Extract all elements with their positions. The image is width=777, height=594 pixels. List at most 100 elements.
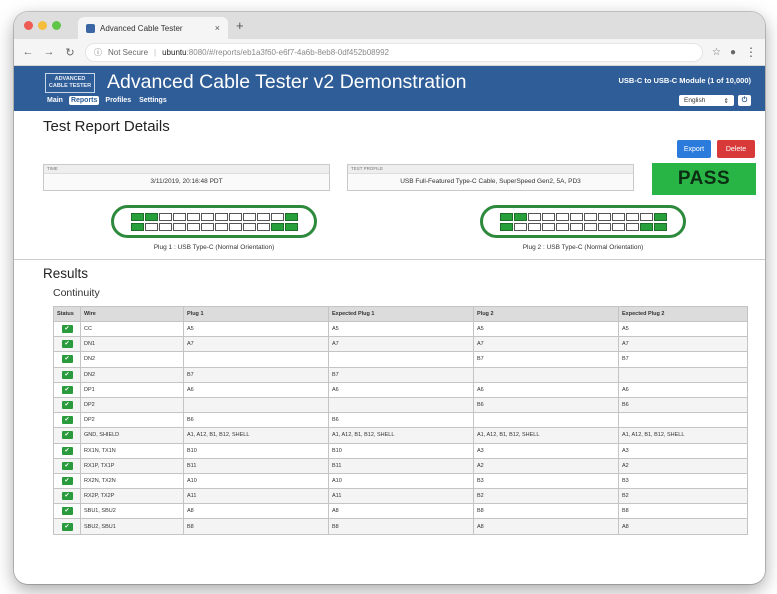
plug-1-cell: B8 bbox=[183, 518, 329, 535]
check-icon: ✔ bbox=[61, 507, 73, 516]
expected-plug-1-cell bbox=[328, 396, 474, 414]
check-icon: ✔ bbox=[61, 325, 73, 334]
continuity-table: Status Wire Plug 1 Expected Plug 1 Plug … bbox=[53, 306, 748, 535]
plug-1-cell: A10 bbox=[183, 472, 329, 490]
column-header-expected-plug-2: Expected Plug 2 bbox=[618, 306, 748, 322]
continuity-heading: Continuity bbox=[53, 287, 100, 299]
plug-2-cell: A8 bbox=[473, 518, 619, 535]
pin bbox=[653, 222, 667, 231]
plug-1-label: Plug 1 : USB Type-C (Normal Orientation) bbox=[153, 244, 275, 251]
tab-close-icon[interactable]: × bbox=[215, 23, 220, 33]
pin bbox=[172, 222, 186, 231]
main-nav: Main Reports Profiles Settings bbox=[45, 96, 169, 105]
expected-plug-2-cell: B8 bbox=[618, 503, 748, 520]
delete-button[interactable]: Delete bbox=[717, 140, 755, 158]
wire-cell: DP1 bbox=[80, 381, 184, 398]
new-tab-button[interactable]: + bbox=[236, 18, 244, 33]
url-field[interactable]: ⓘ Not Secure | ubuntu:8080/#/reports/eb1… bbox=[85, 42, 703, 62]
pin bbox=[228, 222, 242, 231]
column-header-wire: Wire bbox=[80, 306, 184, 322]
expected-plug-2-cell: A5 bbox=[618, 320, 748, 338]
power-icon[interactable]: ⏻ bbox=[738, 95, 751, 106]
check-icon: ✔ bbox=[61, 446, 73, 455]
pin bbox=[130, 222, 144, 231]
pin bbox=[144, 222, 158, 231]
plug-1-cell: B11 bbox=[183, 457, 329, 474]
plug-1-cell: A11 bbox=[183, 488, 329, 505]
wire-cell: DN2 bbox=[80, 351, 184, 368]
table-row: ✔ DP2 B6 B6 bbox=[53, 396, 748, 414]
browser-window: Advanced Cable Tester × + ← → ↻ ⓘ Not Se… bbox=[14, 12, 765, 584]
pin bbox=[228, 212, 242, 221]
bookmark-star-icon[interactable]: ☆ bbox=[712, 47, 721, 58]
plug-2-cell: B6 bbox=[473, 396, 619, 414]
language-select[interactable]: English ⇕ bbox=[679, 95, 734, 106]
status-cell: ✔ bbox=[53, 381, 81, 398]
plug-2-bottom-pins bbox=[499, 222, 667, 231]
table-row: ✔ DP1 A6 A6 A6 A6 bbox=[53, 381, 748, 398]
pin bbox=[541, 222, 555, 231]
app-logo: ADVANCED CABLE TESTER bbox=[45, 73, 95, 93]
status-cell: ✔ bbox=[53, 442, 81, 459]
plug-1-cell: B7 bbox=[183, 366, 329, 383]
expected-plug-1-cell: B7 bbox=[328, 366, 474, 383]
column-header-expected-plug-1: Expected Plug 1 bbox=[328, 306, 474, 322]
url-host: ubuntu bbox=[162, 47, 187, 57]
reload-icon[interactable]: ↻ bbox=[64, 46, 76, 59]
page-title: Test Report Details bbox=[43, 118, 170, 135]
pin bbox=[186, 222, 200, 231]
close-window-icon[interactable] bbox=[24, 21, 33, 30]
column-header-plug-1: Plug 1 bbox=[183, 306, 329, 322]
plug-2-cell: B2 bbox=[473, 488, 619, 505]
browser-menu-icon[interactable]: ⋮ bbox=[745, 45, 757, 59]
nav-profiles[interactable]: Profiles bbox=[103, 96, 133, 105]
info-icon[interactable]: ⓘ bbox=[94, 47, 102, 58]
pin bbox=[611, 222, 625, 231]
section-divider bbox=[14, 259, 765, 260]
check-icon: ✔ bbox=[61, 461, 73, 470]
window-controls bbox=[24, 21, 61, 30]
app-title: Advanced Cable Tester v2 Demonstration bbox=[107, 71, 467, 93]
pin bbox=[541, 212, 555, 221]
check-icon: ✔ bbox=[61, 476, 73, 485]
nav-reports[interactable]: Reports bbox=[68, 96, 100, 105]
time-label: TIME bbox=[44, 165, 329, 174]
expected-plug-1-cell: B8 bbox=[328, 518, 474, 535]
wire-cell: DN2 bbox=[80, 366, 184, 383]
wire-cell: RX2P, TX2P bbox=[80, 488, 184, 505]
check-icon: ✔ bbox=[61, 355, 73, 364]
expected-plug-1-cell bbox=[328, 351, 474, 368]
status-cell: ✔ bbox=[53, 396, 81, 414]
expected-plug-1-cell: B10 bbox=[328, 442, 474, 459]
back-arrow-icon[interactable]: ← bbox=[22, 46, 34, 58]
expected-plug-1-cell: A6 bbox=[328, 381, 474, 398]
check-icon: ✔ bbox=[61, 401, 73, 410]
plug-2-cell: A6 bbox=[473, 381, 619, 398]
nav-main[interactable]: Main bbox=[45, 96, 65, 105]
maximize-window-icon[interactable] bbox=[52, 21, 61, 30]
pin bbox=[653, 212, 667, 221]
plug-2-top-pins bbox=[499, 212, 667, 221]
favicon-icon bbox=[86, 23, 95, 33]
pin bbox=[144, 212, 158, 221]
test-profile-label: TEST PROFILE bbox=[348, 165, 633, 174]
expected-plug-2-cell bbox=[618, 412, 748, 429]
table-row: ✔ SBU1, SBU2 A8 A8 B8 B8 bbox=[53, 503, 748, 520]
expected-plug-1-cell: B6 bbox=[328, 412, 474, 429]
status-cell: ✔ bbox=[53, 518, 81, 535]
plug-2-cell: A2 bbox=[473, 457, 619, 474]
account-icon[interactable]: ● bbox=[730, 47, 736, 58]
table-row: ✔ DP2 B6 B6 bbox=[53, 412, 748, 429]
wire-cell: DP2 bbox=[80, 412, 184, 429]
browser-tab[interactable]: Advanced Cable Tester × bbox=[78, 17, 228, 39]
security-label: Not Secure bbox=[108, 47, 149, 57]
forward-arrow-icon[interactable]: → bbox=[43, 46, 55, 58]
nav-settings[interactable]: Settings bbox=[137, 96, 169, 105]
language-value: English bbox=[684, 97, 706, 104]
plug-2-cell: B8 bbox=[473, 503, 619, 520]
export-button[interactable]: Export bbox=[677, 140, 711, 158]
pin bbox=[242, 212, 256, 221]
minimize-window-icon[interactable] bbox=[38, 21, 47, 30]
pin bbox=[256, 212, 270, 221]
status-cell: ✔ bbox=[53, 503, 81, 520]
